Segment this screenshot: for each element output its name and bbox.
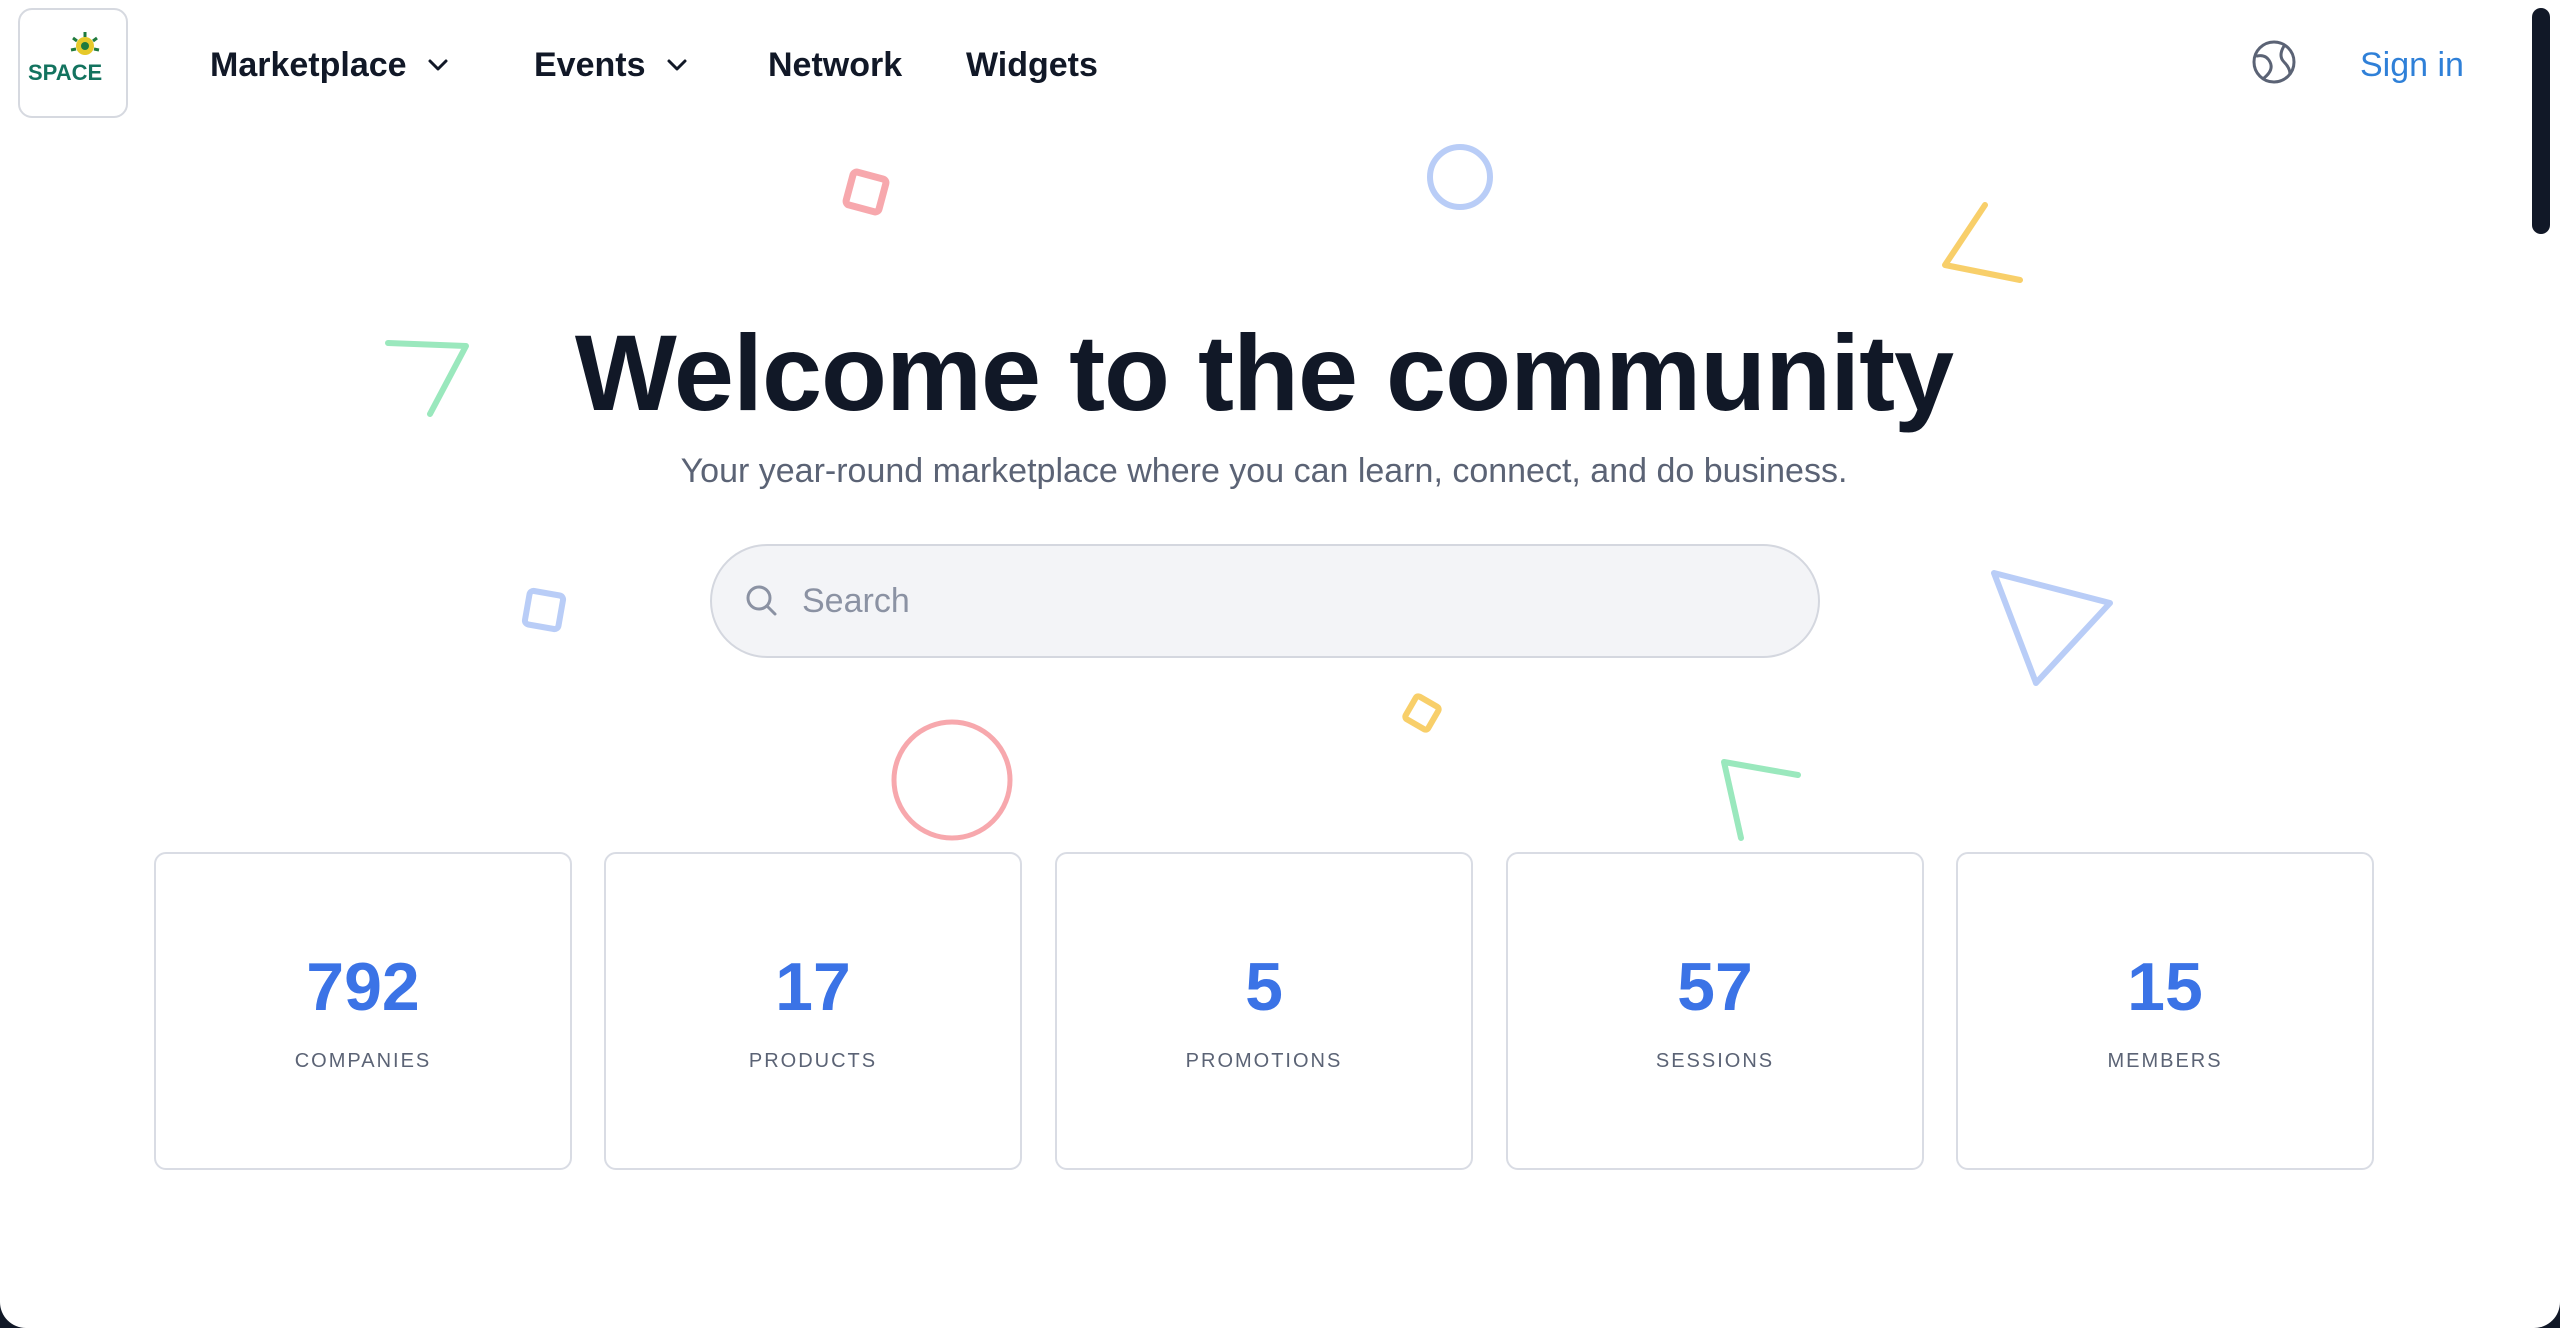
stat-label: PRODUCTS bbox=[748, 1050, 878, 1072]
stat-value: 17 bbox=[775, 949, 851, 1025]
nav-network[interactable]: Network bbox=[768, 40, 902, 90]
stat-label: PROMOTIONS bbox=[1185, 1050, 1343, 1072]
search-input[interactable] bbox=[800, 580, 1784, 622]
blue-triangle-deco bbox=[1991, 570, 2113, 686]
stat-label: MEMBERS bbox=[2107, 1050, 2223, 1072]
hero-title: Welcome to the community bbox=[574, 312, 1954, 433]
logo[interactable]: SPACE 2020 bbox=[18, 8, 128, 118]
stat-card-products[interactable]: 17 PRODUCTS bbox=[604, 852, 1022, 1170]
top-navigation: SPACE 2020 Marketplace Events Network Wi… bbox=[0, 0, 2560, 130]
stat-value: 57 bbox=[1677, 949, 1753, 1025]
stat-card-companies[interactable]: 792 COMPANIES bbox=[154, 852, 572, 1170]
logo-mark: SPACE 2020 bbox=[28, 32, 102, 85]
stat-card-promotions[interactable]: 5 PROMOTIONS bbox=[1055, 852, 1473, 1170]
scrollbar[interactable] bbox=[2532, 8, 2550, 234]
search-icon bbox=[746, 585, 777, 616]
stat-label: COMPANIES bbox=[294, 1050, 432, 1072]
nav-events-label: Events bbox=[534, 45, 646, 84]
nav-widgets[interactable]: Widgets bbox=[966, 40, 1098, 90]
stat-value: 5 bbox=[1245, 949, 1283, 1025]
green-angle-deco-2 bbox=[1721, 759, 1801, 841]
logo-text: SPACE bbox=[28, 60, 102, 85]
nav-widgets-label: Widgets bbox=[966, 45, 1098, 84]
pink-circle-deco bbox=[891, 719, 1013, 841]
chevron-down-icon bbox=[428, 59, 448, 71]
language-button[interactable] bbox=[2250, 38, 2298, 86]
stat-value: 792 bbox=[306, 949, 420, 1025]
nav-marketplace-label: Marketplace bbox=[210, 45, 407, 84]
chevron-down-icon bbox=[667, 59, 686, 71]
blue-square-deco bbox=[521, 587, 567, 633]
nav-network-label: Network bbox=[768, 45, 903, 84]
nav-events[interactable]: Events bbox=[534, 40, 688, 90]
yellow-angle-deco bbox=[1942, 202, 2023, 283]
yellow-square-deco bbox=[1402, 693, 1442, 733]
hero-subtitle: Your year-round marketplace where you ca… bbox=[680, 452, 1848, 490]
globe-icon bbox=[2252, 40, 2296, 84]
stat-value: 15 bbox=[2127, 949, 2203, 1025]
blue-circle-deco bbox=[1427, 144, 1493, 210]
pink-square-deco bbox=[842, 168, 890, 216]
stat-label: SESSIONS bbox=[1655, 1050, 1775, 1072]
nav-marketplace[interactable]: Marketplace bbox=[210, 40, 449, 90]
sign-in-link[interactable]: Sign in bbox=[2360, 40, 2464, 90]
stat-card-sessions[interactable]: 57 SESSIONS bbox=[1506, 852, 1924, 1170]
page: SPACE 2020 Marketplace Events Network Wi… bbox=[0, 0, 2560, 1328]
stat-card-members[interactable]: 15 MEMBERS bbox=[1956, 852, 2374, 1170]
search-bar[interactable] bbox=[710, 544, 1820, 658]
